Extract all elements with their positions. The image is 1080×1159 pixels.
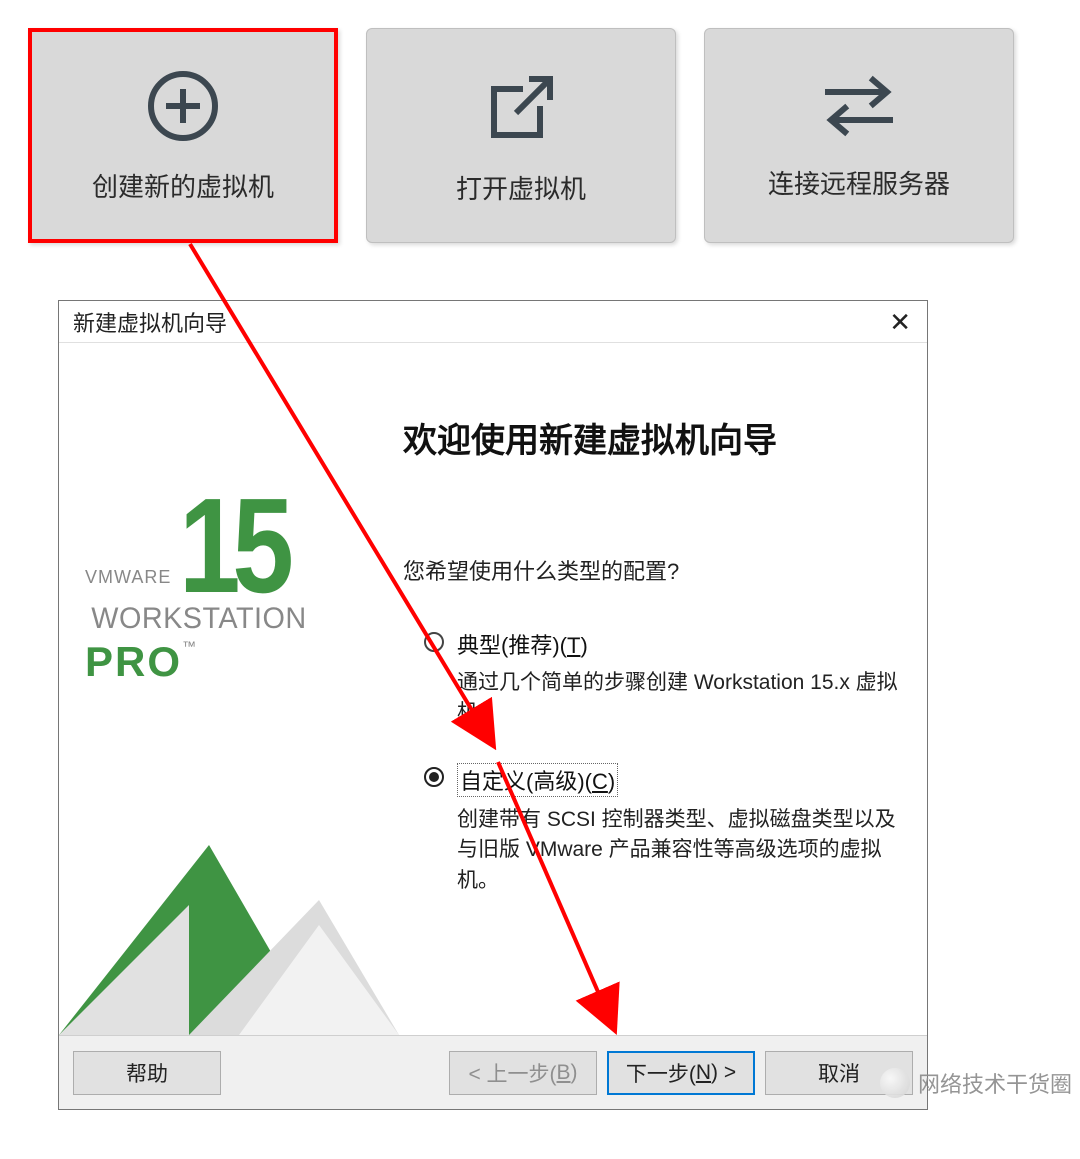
tile-label: 打开虚拟机 [456, 169, 586, 206]
config-type-prompt: 您希望使用什么类型的配置? [403, 554, 905, 586]
open-external-icon [480, 65, 562, 147]
brand-pro-text: PRO™ [85, 638, 399, 686]
tile-label: 创建新的虚拟机 [92, 167, 274, 204]
plus-circle-icon [144, 67, 222, 145]
brand-vmware-text: VMWARE [85, 567, 171, 588]
brand-decoration [59, 815, 399, 1035]
dialog-title: 新建虚拟机向导 [73, 306, 227, 338]
watermark-logo-icon [880, 1068, 910, 1098]
dialog-titlebar: 新建虚拟机向导 ✕ [59, 301, 927, 343]
watermark: 网络技术干货圈 [880, 1067, 1072, 1099]
tile-label: 连接远程服务器 [768, 164, 950, 201]
dialog-body: VMWARE 15 WORKSTATION PRO™ 欢迎使用新建虚拟机向导 您… [59, 343, 927, 1035]
tile-connect-remote[interactable]: 连接远程服务器 [704, 28, 1014, 243]
dialog-footer: 帮助 < 上一步(B) 下一步(N) > 取消 [59, 1035, 927, 1109]
tile-open-vm[interactable]: 打开虚拟机 [366, 28, 676, 243]
tile-create-new-vm[interactable]: 创建新的虚拟机 [28, 28, 338, 243]
dialog-heading: 欢迎使用新建虚拟机向导 [403, 413, 905, 462]
brand-workstation-text: WORKSTATION [91, 602, 392, 636]
dialog-content: 欢迎使用新建虚拟机向导 您希望使用什么类型的配置? 典型(推荐)(T) 通过几个… [399, 343, 927, 1035]
option-title: 自定义(高级)(C) [457, 763, 618, 797]
watermark-text: 网络技术干货圈 [918, 1067, 1072, 1099]
help-button[interactable]: 帮助 [73, 1051, 221, 1095]
option-title: 典型(推荐)(T) [457, 628, 905, 660]
option-custom-advanced[interactable]: 自定义(高级)(C) 创建带有 SCSI 控制器类型、虚拟磁盘类型以及与旧版 V… [423, 763, 905, 896]
option-description: 创建带有 SCSI 控制器类型、虚拟磁盘类型以及与旧版 VMware 产品兼容性… [457, 805, 905, 896]
back-button: < 上一步(B) [449, 1051, 597, 1095]
option-description: 通过几个简单的步骤创建 Workstation 15.x 虚拟机。 [457, 668, 905, 729]
home-tiles: 创建新的虚拟机 打开虚拟机 连接远程服务器 [28, 28, 1014, 243]
next-button[interactable]: 下一步(N) > [607, 1051, 755, 1095]
radio-unchecked-icon[interactable] [423, 631, 445, 653]
option-typical[interactable]: 典型(推荐)(T) 通过几个简单的步骤创建 Workstation 15.x 虚… [423, 628, 905, 729]
brand-panel: VMWARE 15 WORKSTATION PRO™ [59, 343, 399, 1035]
close-icon[interactable]: ✕ [883, 309, 917, 335]
new-vm-wizard-dialog: 新建虚拟机向导 ✕ VMWARE 15 WORKSTATION PRO™ [58, 300, 928, 1110]
swap-arrows-icon [815, 70, 903, 142]
radio-checked-icon[interactable] [423, 766, 445, 788]
brand-version: 15 [179, 493, 286, 598]
